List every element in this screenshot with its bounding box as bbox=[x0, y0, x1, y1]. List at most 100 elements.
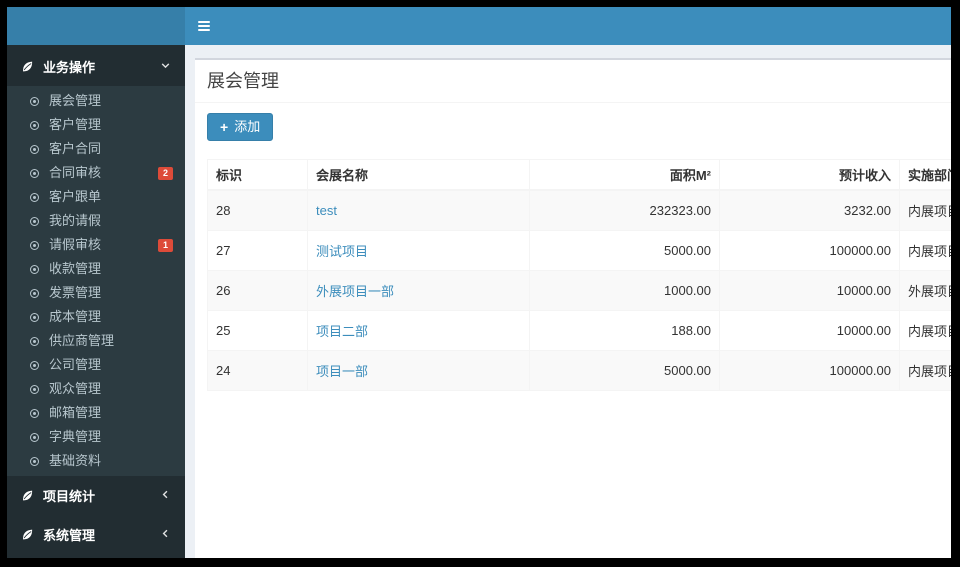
leaf-icon bbox=[21, 489, 34, 502]
cell-id: 27 bbox=[207, 230, 308, 271]
hamburger-icon bbox=[198, 21, 210, 23]
sidebar-item-customer-follow-up[interactable]: 客户跟单 bbox=[7, 185, 185, 209]
cell-area: 5000.00 bbox=[529, 350, 720, 391]
dot-circle-icon bbox=[30, 264, 39, 274]
sidebar-item-mailbox-management[interactable]: 邮箱管理 bbox=[7, 401, 185, 425]
dot-circle-icon bbox=[30, 168, 39, 178]
cell-income: 10000.00 bbox=[719, 270, 900, 311]
sidebar-item-contract-review[interactable]: 合同审核 2 bbox=[7, 161, 185, 185]
app-window: 业务操作 展会管理 客户管理 客户合同 合同审核 2 客户跟单 我的请假 请假审… bbox=[7, 7, 951, 558]
cell-id: 28 bbox=[207, 189, 308, 231]
cell-department: 内展项目 bbox=[899, 310, 951, 351]
cell-department: 内展项目 bbox=[899, 230, 951, 271]
exhibitions-table: 标识 会展名称 面积M² 预计收入 实施部门 28 test 2 bbox=[207, 159, 951, 391]
cell-income: 100000.00 bbox=[719, 350, 900, 391]
dot-circle-icon bbox=[30, 336, 39, 346]
sidebar-section-project-statistics[interactable]: 项目统计 bbox=[7, 476, 185, 515]
sidebar-submenu: 展会管理 客户管理 客户合同 合同审核 2 客户跟单 我的请假 请假审核 1 收… bbox=[7, 86, 185, 476]
hamburger-icon bbox=[198, 25, 210, 27]
hamburger-icon bbox=[198, 29, 210, 31]
sidebar-section-label: 系统管理 bbox=[43, 528, 96, 543]
exhibition-link[interactable]: 项目二部 bbox=[316, 324, 368, 339]
dot-circle-icon bbox=[30, 120, 39, 130]
sidebar-item-dictionary-management[interactable]: 字典管理 bbox=[7, 425, 185, 449]
table-row: 25 项目二部 188.00 10000.00 内展项目 bbox=[207, 310, 951, 351]
sidebar-item-customer-contract[interactable]: 客户合同 bbox=[7, 137, 185, 161]
dot-circle-icon bbox=[30, 96, 39, 106]
sidebar-toggle-button[interactable] bbox=[185, 7, 223, 45]
dot-circle-icon bbox=[30, 144, 39, 154]
dot-circle-icon bbox=[30, 408, 39, 418]
dot-circle-icon bbox=[30, 360, 39, 370]
notification-badge: 1 bbox=[157, 238, 173, 252]
box-body: + 添加 标识 会展名称 面积M² 预计收入 实施部 28 test 23232… bbox=[195, 103, 951, 399]
sidebar-item-leave-review[interactable]: 请假审核 1 bbox=[7, 233, 185, 257]
column-header-implementing-department: 实施部门 bbox=[899, 159, 951, 191]
cell-area: 232323.00 bbox=[529, 189, 720, 231]
dot-circle-icon bbox=[30, 432, 39, 442]
table-row: 27 测试项目 5000.00 100000.00 内展项目 bbox=[207, 230, 951, 271]
table-row: 28 test 232323.00 3232.00 内展项目 bbox=[207, 189, 951, 231]
column-header-area: 面积M² bbox=[529, 159, 720, 191]
cell-department: 内展项目 bbox=[899, 189, 951, 231]
sidebar-item-supplier-management[interactable]: 供应商管理 bbox=[7, 329, 185, 353]
notification-badge: 2 bbox=[157, 166, 173, 180]
sidebar-item-my-leave[interactable]: 我的请假 bbox=[7, 209, 185, 233]
cell-income: 100000.00 bbox=[719, 230, 900, 271]
sidebar-item-company-management[interactable]: 公司管理 bbox=[7, 353, 185, 377]
sidebar-section-label: 项目统计 bbox=[43, 489, 96, 504]
column-header-expected-income: 预计收入 bbox=[719, 159, 900, 191]
column-header-id: 标识 bbox=[207, 159, 308, 191]
box-header: 展会管理 bbox=[195, 60, 951, 103]
sidebar-item-basic-data[interactable]: 基础资料 bbox=[7, 449, 185, 473]
content-box: 展会管理 + 添加 标识 会展名称 面积M² 预计收入 实施部 28 test … bbox=[195, 58, 951, 558]
sidebar-section-label: 业务操作 bbox=[43, 60, 96, 75]
cell-department: 外展项目 bbox=[899, 270, 951, 311]
sidebar-item-invoice-management[interactable]: 发票管理 bbox=[7, 281, 185, 305]
dot-circle-icon bbox=[30, 384, 39, 394]
exhibition-link[interactable]: test bbox=[316, 203, 337, 218]
sidebar: 业务操作 展会管理 客户管理 客户合同 合同审核 2 客户跟单 我的请假 请假审… bbox=[7, 7, 185, 558]
top-navbar bbox=[185, 7, 951, 45]
sidebar-menu: 业务操作 展会管理 客户管理 客户合同 合同审核 2 客户跟单 我的请假 请假审… bbox=[7, 45, 185, 558]
column-header-exhibition-name: 会展名称 bbox=[307, 159, 530, 191]
add-button[interactable]: + 添加 bbox=[207, 113, 274, 141]
dot-circle-icon bbox=[30, 216, 39, 226]
dot-circle-icon bbox=[30, 192, 39, 202]
leaf-icon bbox=[21, 60, 34, 73]
dot-circle-icon bbox=[30, 288, 39, 298]
exhibition-link[interactable]: 测试项目 bbox=[316, 244, 368, 259]
exhibition-link[interactable]: 外展项目一部 bbox=[316, 284, 394, 299]
sidebar-item-exhibition-management[interactable]: 展会管理 bbox=[7, 89, 185, 113]
cell-income: 3232.00 bbox=[719, 189, 900, 231]
cell-id: 25 bbox=[207, 310, 308, 351]
cell-area: 5000.00 bbox=[529, 230, 720, 271]
sidebar-item-customer-management[interactable]: 客户管理 bbox=[7, 113, 185, 137]
plus-icon: + bbox=[220, 119, 229, 135]
cell-department: 内展项目 bbox=[899, 350, 951, 391]
chevron-left-icon bbox=[160, 488, 171, 503]
logo-area bbox=[7, 7, 185, 45]
sidebar-item-cost-management[interactable]: 成本管理 bbox=[7, 305, 185, 329]
cell-area: 1000.00 bbox=[529, 270, 720, 311]
sidebar-item-payment-management[interactable]: 收款管理 bbox=[7, 257, 185, 281]
dot-circle-icon bbox=[30, 456, 39, 466]
cell-income: 10000.00 bbox=[719, 310, 900, 351]
sidebar-section-business-operations[interactable]: 业务操作 bbox=[7, 47, 185, 86]
chevron-left-icon bbox=[160, 527, 171, 542]
dot-circle-icon bbox=[30, 240, 39, 250]
dot-circle-icon bbox=[30, 312, 39, 322]
main-area: 展会管理 + 添加 标识 会展名称 面积M² 预计收入 实施部 28 test … bbox=[185, 7, 951, 558]
cell-id: 26 bbox=[207, 270, 308, 311]
chevron-down-icon bbox=[160, 59, 171, 74]
table-row: 24 项目一部 5000.00 100000.00 内展项目 bbox=[207, 350, 951, 391]
page-title: 展会管理 bbox=[207, 71, 279, 91]
table-header-row: 标识 会展名称 面积M² 预计收入 实施部门 bbox=[207, 159, 951, 191]
sidebar-item-audience-management[interactable]: 观众管理 bbox=[7, 377, 185, 401]
table-row: 26 外展项目一部 1000.00 10000.00 外展项目 bbox=[207, 270, 951, 311]
content-wrapper: 展会管理 + 添加 标识 会展名称 面积M² 预计收入 实施部 28 test … bbox=[185, 45, 951, 558]
sidebar-section-system-management[interactable]: 系统管理 bbox=[7, 515, 185, 554]
cell-area: 188.00 bbox=[529, 310, 720, 351]
exhibition-link[interactable]: 项目一部 bbox=[316, 364, 368, 379]
cell-id: 24 bbox=[207, 350, 308, 391]
